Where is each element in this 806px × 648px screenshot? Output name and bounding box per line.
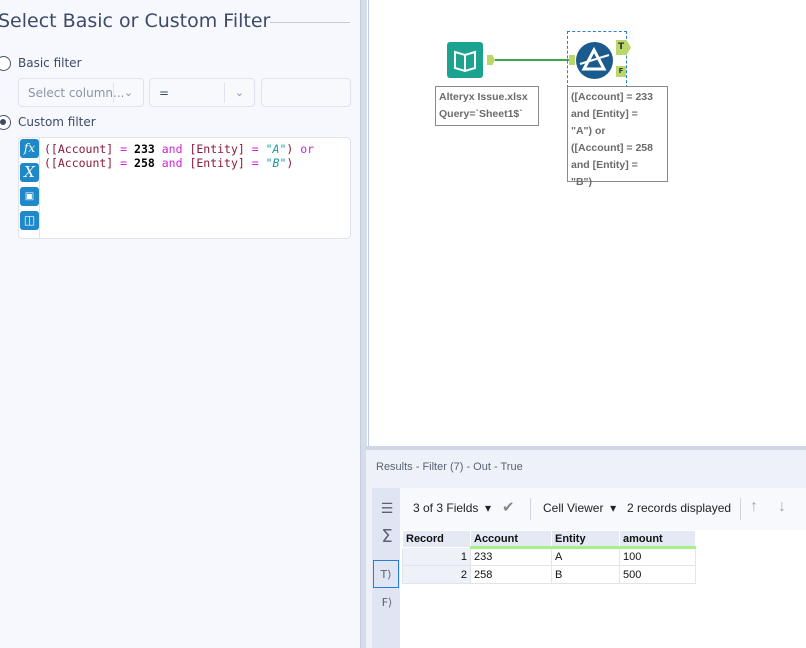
book-icon: [454, 50, 476, 73]
operator-value: =: [159, 86, 170, 100]
fx-icon[interactable]: fx: [20, 139, 39, 158]
filter-tool[interactable]: [576, 42, 613, 79]
code-token: =: [113, 142, 135, 156]
table-row[interactable]: 1 233 A 100: [402, 547, 696, 566]
false-anchor[interactable]: F: [616, 66, 626, 77]
filter-prism-icon: [579, 46, 610, 71]
results-sidebar: ☰ Σ T⟩ F⟩: [372, 488, 400, 648]
table-cell[interactable]: A: [551, 547, 620, 566]
results-toolbar: 3 of 3 Fields ▾ ✔ Cell Viewer ▾ 2 record…: [400, 488, 806, 530]
code-token: and: [154, 156, 190, 170]
config-title: Select Basic or Custom Filter: [0, 10, 271, 32]
operator-select[interactable]: = ⌄: [149, 78, 255, 107]
custom-filter-radio[interactable]: [0, 115, 11, 130]
code-token: "A": [265, 142, 287, 156]
annotation-line: and [Entity] =: [571, 159, 638, 171]
records-count: 2 records displayed: [627, 501, 732, 515]
column-header[interactable]: Record: [402, 530, 471, 548]
code-token: "B": [265, 156, 287, 170]
input-annotation: Alteryx Issue.xlsx Query=`Sheet1$`: [435, 86, 539, 126]
code-token: 233: [134, 142, 155, 156]
column-header[interactable]: Entity: [551, 530, 620, 549]
column-header[interactable]: Account: [470, 530, 552, 549]
table-cell[interactable]: 258: [470, 565, 552, 584]
connection-line[interactable]: [495, 59, 569, 61]
code-token: ([Account]: [44, 142, 114, 156]
expression-text[interactable]: ([Account] = 233 and [Entity] = "A") or(…: [44, 142, 314, 170]
value-input[interactable]: [261, 78, 351, 107]
fields-label: 3 of 3 Fields: [413, 501, 479, 515]
code-token: =: [244, 156, 266, 170]
divider: [270, 22, 350, 23]
expression-editor[interactable]: fx X ▣ ◫ ([Account] = 233 and [Entity] =…: [18, 137, 351, 239]
code-token: 258: [134, 156, 155, 170]
arrow-up-icon[interactable]: ↑: [750, 498, 758, 516]
table-cell[interactable]: 233: [470, 547, 552, 566]
annotation-line: Query=`Sheet1$`: [439, 108, 523, 120]
results-header: Results - Filter (7) - Out - True: [376, 461, 523, 473]
code-token: =: [113, 156, 135, 170]
annotation-line: "A") or: [571, 125, 606, 137]
table-cell[interactable]: 2: [402, 565, 471, 584]
true-tab-label: T: [380, 568, 388, 581]
column-placeholder: Select column...: [28, 86, 125, 100]
basic-filter-label: Basic filter: [18, 56, 82, 70]
column-select[interactable]: Select column... ⌄: [18, 78, 144, 107]
false-tab-label: F: [381, 596, 389, 609]
configuration-panel: Select Basic or Custom Filter Basic filt…: [0, 0, 360, 648]
basic-filter-radio[interactable]: [0, 56, 11, 71]
editor-toolbar: fx X ▣ ◫: [19, 138, 40, 238]
input-data-tool[interactable]: [447, 42, 483, 78]
fields-dropdown[interactable]: 3 of 3 Fields ▾: [413, 501, 491, 515]
output-anchor[interactable]: [487, 55, 495, 65]
save-icon[interactable]: ◫: [20, 211, 39, 230]
results-panel: Results - Filter (7) - Out - True ☰ Σ T⟩…: [366, 450, 806, 648]
checkmark-icon[interactable]: ✔: [502, 498, 515, 516]
annotation-line: ([Account] = 233: [571, 91, 653, 103]
code-token: ([Account]: [44, 156, 114, 170]
expression-line: ([Account] = 258 and [Entity] = "B"): [44, 156, 314, 170]
divider: [530, 498, 531, 520]
true-anchor[interactable]: T: [616, 40, 631, 55]
expression-line: ([Account] = 233 and [Entity] = "A") or: [44, 142, 314, 156]
viewer-label: Cell Viewer: [543, 501, 604, 515]
open-folder-icon[interactable]: ▣: [20, 187, 39, 206]
code-token: or: [293, 142, 315, 156]
list-icon[interactable]: ☰: [376, 498, 398, 520]
table-cell[interactable]: B: [551, 565, 620, 584]
code-token: and: [154, 142, 190, 156]
arrow-down-icon[interactable]: ↓: [778, 498, 786, 516]
table-cell[interactable]: 1: [402, 547, 471, 566]
cell-viewer-dropdown[interactable]: Cell Viewer ▾: [543, 501, 616, 515]
code-token: =: [244, 142, 266, 156]
table-row[interactable]: 2 258 B 500: [402, 565, 696, 584]
code-token: [Entity]: [189, 142, 245, 156]
results-table: Record Account Entity amount 1 233 A 100 2 258 B 5…: [402, 530, 696, 584]
header-row: Record Account Entity amount: [402, 530, 696, 549]
annotation-line: ([Account] = 258: [571, 142, 653, 154]
table-cell[interactable]: 100: [619, 547, 696, 566]
code-token: [Entity]: [189, 156, 245, 170]
column-header[interactable]: amount: [619, 530, 696, 549]
variable-icon[interactable]: X: [20, 163, 39, 182]
tab-true-output[interactable]: T⟩: [373, 560, 399, 588]
code-token: ): [286, 156, 294, 170]
results-grid-area: 3 of 3 Fields ▾ ✔ Cell Viewer ▾ 2 record…: [400, 488, 806, 648]
chevron-down-icon: ⌄: [224, 83, 254, 103]
filter-annotation: ([Account] = 233 and [Entity] = "A") or ([A…: [567, 86, 668, 188]
annotation-line: "B"): [571, 176, 593, 188]
custom-filter-label: Custom filter: [18, 115, 96, 129]
divider: [740, 498, 741, 520]
workflow-canvas[interactable]: T F Alteryx Issue.xlsx Query=`Sheet1$` (…: [368, 0, 806, 448]
tab-false-output[interactable]: F⟩: [376, 592, 398, 614]
chevron-down-icon: ⌄: [113, 83, 143, 103]
annotation-line: and [Entity] =: [571, 108, 638, 120]
sigma-icon[interactable]: Σ: [376, 526, 398, 548]
annotation-line: Alteryx Issue.xlsx: [439, 91, 528, 103]
table-cell[interactable]: 500: [619, 565, 696, 584]
